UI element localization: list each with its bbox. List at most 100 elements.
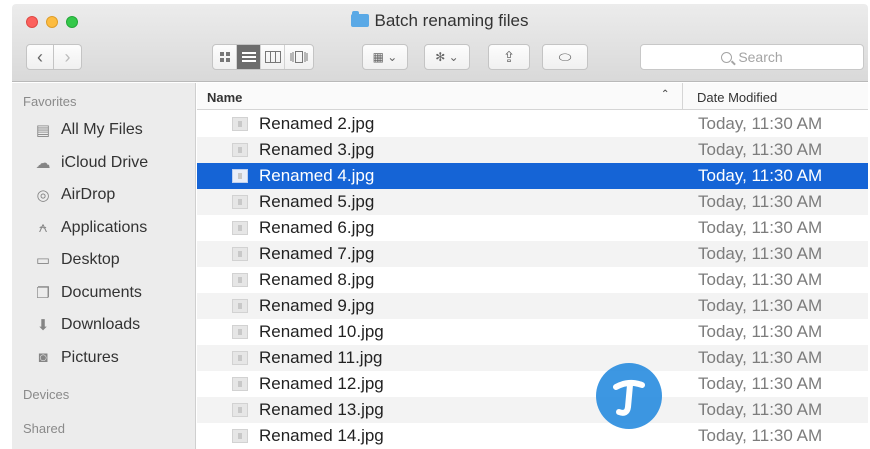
sort-ascending-icon[interactable]: ⌃ bbox=[661, 89, 669, 100]
file-name: Renamed 7.jpg bbox=[259, 244, 375, 263]
sidebar-item-label: Desktop bbox=[61, 251, 120, 268]
sidebar-item-documents[interactable]: ❐ Documents bbox=[34, 280, 142, 306]
image-file-icon bbox=[232, 117, 248, 131]
sidebar-item-all-my-files[interactable]: ▤ All My Files bbox=[34, 117, 143, 143]
image-file-icon bbox=[232, 169, 248, 183]
date-modified-column-header[interactable]: Date Modified bbox=[697, 90, 777, 105]
chevron-right-icon: › bbox=[64, 47, 71, 67]
file-row[interactable]: Renamed 10.jpg Today, 11:30 AM bbox=[197, 319, 868, 345]
desktop-icon: ▭ bbox=[35, 252, 51, 269]
name-column-header[interactable]: Name bbox=[207, 90, 242, 105]
file-name: Renamed 12.jpg bbox=[259, 374, 384, 393]
documents-icon: ❐ bbox=[36, 284, 50, 302]
file-row[interactable]: Renamed 13.jpg Today, 11:30 AM bbox=[197, 397, 868, 423]
file-date-modified: Today, 11:30 AM bbox=[698, 140, 823, 159]
icon-view-icon bbox=[219, 52, 230, 62]
file-row[interactable]: Renamed 2.jpg Today, 11:30 AM bbox=[197, 111, 868, 137]
file-date-modified: Today, 11:30 AM bbox=[698, 374, 823, 393]
file-row[interactable]: Renamed 11.jpg Today, 11:30 AM bbox=[197, 345, 868, 371]
arrange-icon: ▦ ⌄ bbox=[372, 50, 398, 64]
file-date-modified: Today, 11:30 AM bbox=[698, 426, 823, 445]
image-file-icon bbox=[232, 403, 248, 417]
window-title: Batch renaming files bbox=[12, 11, 868, 31]
window-title-text: Batch renaming files bbox=[374, 11, 529, 30]
watermark-logo bbox=[596, 363, 662, 429]
search-input[interactable]: Search bbox=[640, 44, 864, 70]
file-name: Renamed 4.jpg bbox=[259, 166, 375, 185]
file-row[interactable]: Renamed 14.jpg Today, 11:30 AM bbox=[197, 423, 868, 449]
sidebar-item-icloud-drive[interactable]: ☁ iCloud Drive bbox=[34, 150, 149, 176]
file-date-modified: Today, 11:30 AM bbox=[698, 400, 823, 419]
all-files-icon: ▤ bbox=[35, 122, 51, 139]
search-icon bbox=[721, 51, 733, 63]
sidebar-item-applications[interactable]: ⍲ Applications bbox=[34, 215, 147, 241]
image-file-icon bbox=[232, 299, 248, 313]
file-name: Renamed 11.jpg bbox=[259, 348, 383, 367]
file-date-modified: Today, 11:30 AM bbox=[698, 114, 823, 133]
column-view-icon bbox=[264, 51, 281, 63]
sidebar-item-label: Downloads bbox=[61, 316, 141, 333]
column-divider[interactable] bbox=[682, 83, 683, 110]
sidebar-item-downloads[interactable]: ⬇ Downloads bbox=[34, 312, 140, 338]
file-name: Renamed 3.jpg bbox=[259, 140, 375, 159]
file-row[interactable]: Renamed 7.jpg Today, 11:30 AM bbox=[197, 241, 868, 267]
sidebar-item-airdrop[interactable]: ◎ AirDrop bbox=[34, 182, 115, 208]
shared-heading[interactable]: Shared bbox=[23, 421, 65, 436]
file-name: Renamed 2.jpg bbox=[259, 114, 375, 133]
arrange-button[interactable]: ▦ ⌄ bbox=[362, 44, 408, 70]
watermark-t-icon bbox=[613, 379, 645, 416]
cover-flow-button[interactable] bbox=[285, 45, 313, 69]
action-button[interactable]: ✻ ⌄ bbox=[424, 44, 470, 70]
devices-heading[interactable]: Devices bbox=[23, 387, 69, 402]
view-mode-selector bbox=[212, 44, 314, 70]
sidebar: Favorites ▤ All My Files ☁ iCloud Drive ◎ Air… bbox=[12, 83, 196, 449]
sidebar-item-label: iCloud Drive bbox=[61, 153, 149, 171]
sidebar-item-label: Pictures bbox=[61, 348, 119, 366]
image-file-icon bbox=[232, 429, 248, 443]
sidebar-item-label: Documents bbox=[61, 283, 142, 301]
file-row[interactable]: Renamed 3.jpg Today, 11:30 AM bbox=[197, 137, 868, 163]
airdrop-icon: ◎ bbox=[36, 187, 50, 204]
image-file-icon bbox=[232, 143, 248, 157]
file-date-modified: Today, 11:30 AM bbox=[698, 244, 823, 263]
pictures-icon: ◙ bbox=[38, 349, 48, 366]
file-row[interactable]: Renamed 5.jpg Today, 11:30 AM bbox=[197, 189, 868, 215]
file-date-modified: Today, 11:30 AM bbox=[698, 296, 823, 315]
list-view-icon bbox=[241, 52, 256, 62]
file-name: Renamed 13.jpg bbox=[259, 400, 384, 419]
cover-flow-icon bbox=[290, 51, 308, 63]
file-row[interactable]: Renamed 6.jpg Today, 11:30 AM bbox=[197, 215, 868, 241]
gear-icon: ✻ ⌄ bbox=[435, 50, 459, 64]
image-file-icon bbox=[232, 221, 248, 235]
file-date-modified: Today, 11:30 AM bbox=[698, 348, 823, 367]
sidebar-item-desktop[interactable]: ▭ Desktop bbox=[34, 247, 120, 273]
image-file-icon bbox=[232, 273, 248, 287]
file-date-modified: Today, 11:30 AM bbox=[698, 218, 823, 237]
forward-button[interactable]: › bbox=[54, 44, 82, 70]
file-date-modified: Today, 11:30 AM bbox=[698, 322, 823, 341]
sidebar-item-label: Applications bbox=[61, 218, 148, 236]
share-button[interactable]: ⇪ bbox=[488, 44, 530, 70]
sidebar-item-pictures[interactable]: ◙ Pictures bbox=[34, 345, 119, 371]
image-file-icon bbox=[232, 351, 248, 365]
share-icon: ⇪ bbox=[502, 49, 516, 66]
file-name: Renamed 6.jpg bbox=[259, 218, 375, 237]
file-row[interactable]: Renamed 8.jpg Today, 11:30 AM bbox=[197, 267, 868, 293]
folder-icon bbox=[351, 11, 370, 27]
image-file-icon bbox=[232, 195, 248, 209]
favorites-heading: Favorites bbox=[23, 94, 77, 109]
tag-button[interactable]: ⬭ bbox=[542, 44, 588, 70]
file-name: Renamed 5.jpg bbox=[259, 192, 375, 211]
applications-icon: ⍲ bbox=[38, 219, 48, 236]
file-row[interactable]: Renamed 9.jpg Today, 11:30 AM bbox=[197, 293, 868, 319]
column-view-button[interactable] bbox=[261, 45, 285, 69]
file-row[interactable]: Renamed 4.jpg Today, 11:30 AM bbox=[197, 163, 868, 189]
back-button[interactable]: ‹ bbox=[26, 44, 54, 70]
icon-view-button[interactable] bbox=[213, 45, 237, 69]
file-name: Renamed 8.jpg bbox=[259, 270, 375, 289]
file-name: Renamed 10.jpg bbox=[259, 322, 384, 341]
toolbar: Batch renaming files ‹ › ▦ ⌄ ✻ ⌄ ⇪ ⬭ Sea… bbox=[12, 4, 868, 82]
file-row[interactable]: Renamed 12.jpg Today, 11:30 AM bbox=[197, 371, 868, 397]
image-file-icon bbox=[232, 247, 248, 261]
list-view-button[interactable] bbox=[237, 45, 261, 69]
